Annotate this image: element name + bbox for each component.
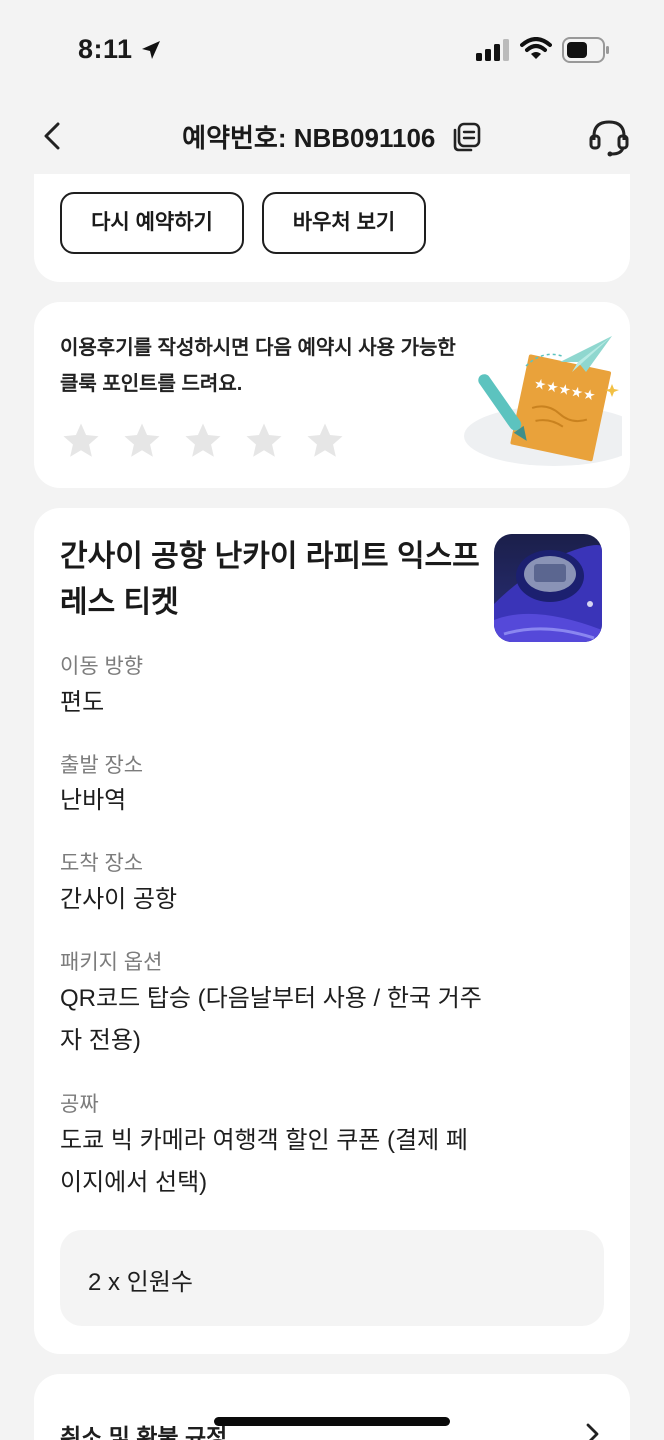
rating-star-2-icon[interactable] xyxy=(121,420,163,462)
battery-icon xyxy=(562,37,609,63)
product-title: 간사이 공항 난카이 라피트 익스프레스 티켓 xyxy=(60,540,480,619)
cancellation-policy-row[interactable]: 취소 및 환불 규정 xyxy=(34,1374,630,1440)
copy-icon[interactable] xyxy=(450,121,482,153)
location-arrow-icon xyxy=(142,41,160,59)
quantity-text: 2 x 인원수 xyxy=(88,1269,193,1296)
field-value-departure: 난바역 xyxy=(60,787,127,814)
field-label-package-option: 패키지 옵션 xyxy=(60,951,163,974)
product-thumbnail-image xyxy=(494,534,602,642)
status-bar: 8:11 xyxy=(0,0,664,100)
product-details-card: 간사이 공항 난카이 라피트 익스프레스 티켓 이동 방향 편도 출발 장소 난… xyxy=(34,508,630,1354)
booking-actions-card: 다시 예약하기 바우처 보기 xyxy=(34,174,630,282)
wifi-icon xyxy=(520,37,552,59)
chevron-right-icon xyxy=(586,1423,599,1440)
rating-star-5-icon[interactable] xyxy=(304,420,346,462)
status-time: 8:11 xyxy=(78,34,133,64)
field-value-arrival: 간사이 공항 xyxy=(60,886,178,913)
booking-number-title: 예약번호: NBB091106 xyxy=(182,123,436,153)
quantity-box: 2 x 인원수 xyxy=(60,1230,604,1326)
cellular-signal-icon xyxy=(476,39,509,61)
customer-support-headset-icon[interactable] xyxy=(588,116,630,158)
review-illustration-icon: ★★★★★ xyxy=(464,336,622,466)
rating-star-4-icon[interactable] xyxy=(243,420,285,462)
field-value-direction: 편도 xyxy=(60,689,105,716)
rebook-button[interactable]: 다시 예약하기 xyxy=(60,192,244,254)
home-indicator xyxy=(214,1417,450,1426)
field-label-arrival: 도착 장소 xyxy=(60,852,144,875)
view-voucher-button[interactable]: 바우처 보기 xyxy=(262,192,426,254)
cancellation-policy-label: 취소 및 환불 규정 xyxy=(60,1424,228,1440)
review-prompt-text: 이용후기를 작성하시면 다음 예약시 사용 가능한 클룩 포인트를 드려요. xyxy=(60,337,456,395)
field-label-direction: 이동 방향 xyxy=(60,655,144,678)
field-value-free-gift: 도쿄 빅 카메라 여행객 할인 쿠폰 (결제 페이지에서 선택) xyxy=(60,1127,468,1196)
field-label-departure: 출발 장소 xyxy=(60,754,144,777)
rating-star-3-icon[interactable] xyxy=(182,420,224,462)
review-prompt-card: 이용후기를 작성하시면 다음 예약시 사용 가능한 클룩 포인트를 드려요. ★… xyxy=(34,302,630,488)
rating-star-1-icon[interactable] xyxy=(60,420,102,462)
field-label-free-gift: 공짜 xyxy=(60,1093,99,1116)
header: 예약번호: NBB091106 xyxy=(0,100,664,174)
field-value-package-option: QR코드 탑승 (다음날부터 사용 / 한국 거주자 전용) xyxy=(60,985,482,1054)
